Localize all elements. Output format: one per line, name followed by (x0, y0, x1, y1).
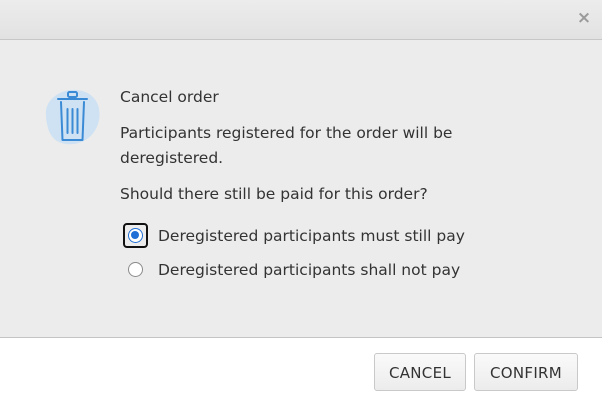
dialog-message: Participants registered for the order wi… (120, 124, 453, 167)
radio-label: Deregistered participants shall not pay (158, 261, 461, 279)
radio-must-still-pay[interactable]: Deregistered participants must still pay (120, 219, 560, 253)
dialog-heading: Cancel order (120, 88, 219, 106)
dialog-footer: CANCEL CONFIRM (0, 338, 602, 405)
radio-shall-not-pay[interactable]: Deregistered participants shall not pay (120, 253, 560, 287)
dialog-titlebar: × (0, 0, 602, 40)
close-icon[interactable]: × (574, 8, 594, 28)
payment-question: Should there still be paid for this orde… (120, 185, 428, 203)
dialog-content: Cancel order Participants registered for… (120, 86, 560, 287)
radio-button[interactable] (128, 262, 143, 277)
cancel-button[interactable]: CANCEL (374, 353, 466, 391)
confirm-button[interactable]: CONFIRM (474, 353, 578, 391)
radio-label: Deregistered participants must still pay (158, 227, 465, 245)
radio-button[interactable] (128, 228, 143, 243)
trash-icon (38, 86, 104, 152)
dialog-body: Cancel order Participants registered for… (0, 40, 602, 338)
cancel-order-dialog: × Cancel order Participants registered f… (0, 0, 602, 405)
